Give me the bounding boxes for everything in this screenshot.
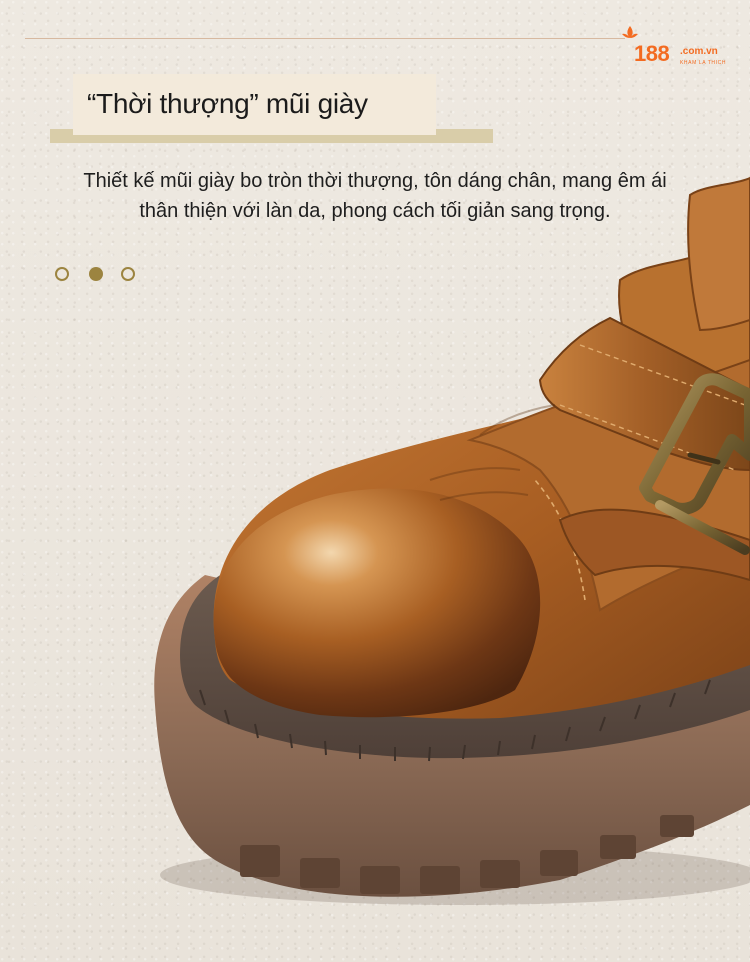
- shaft-collar: [687, 176, 750, 332]
- boot-image: [154, 176, 750, 905]
